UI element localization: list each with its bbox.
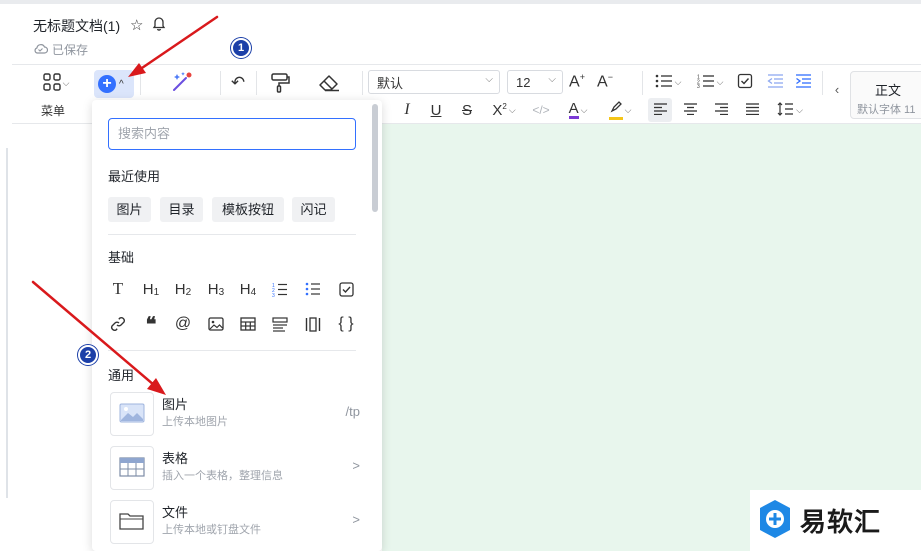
annotation-arrows	[31, 15, 219, 395]
step-badge-1: 1	[231, 38, 251, 58]
step-badge-2: 2	[78, 345, 98, 365]
logo-icon	[758, 499, 792, 542]
site-watermark: 易软汇	[750, 490, 921, 551]
watermark-text: 易软汇	[800, 507, 882, 537]
